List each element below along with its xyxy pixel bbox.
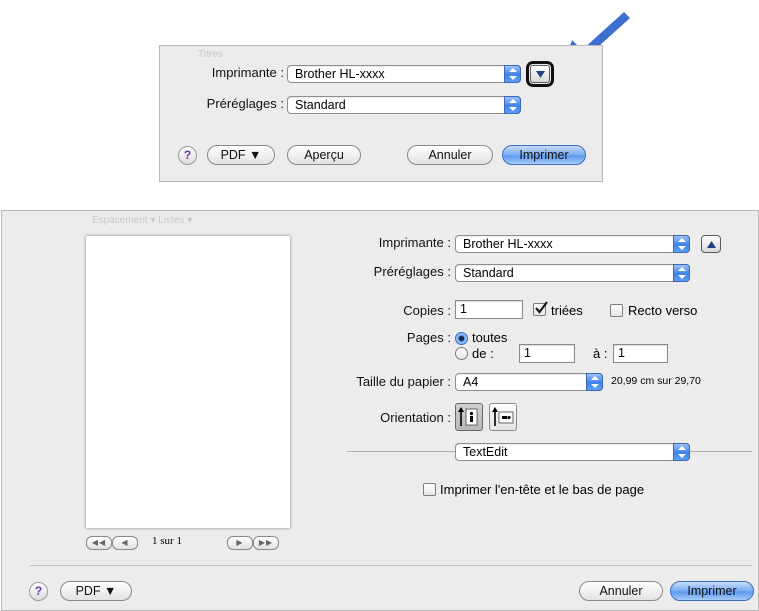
copies-field[interactable]: 1 — [455, 300, 523, 319]
paper-size-dims: 20,99 cm sur 29,70 — [611, 375, 701, 387]
print-dialog-collapsed: Titres Imprimante : Brother HL-xxxx Prér… — [159, 45, 603, 182]
pages-to-field[interactable]: 1 — [613, 344, 668, 363]
section-popup[interactable]: TextEdit — [455, 443, 690, 461]
pages-from-label: de : — [472, 346, 494, 361]
duplex-label: Recto verso — [628, 303, 698, 318]
paper-size-popup[interactable]: A4 — [455, 373, 603, 391]
copies-label: Copies : — [403, 303, 451, 318]
printer-popup[interactable]: Brother HL-xxxx — [455, 235, 690, 253]
printer-label: Imprimante : — [211, 65, 284, 80]
preview-button[interactable]: Aperçu — [287, 145, 361, 165]
popup-stepper-icon — [586, 373, 603, 391]
pdf-button[interactable]: PDF ▼ — [60, 581, 132, 601]
paper-size-label: Taille du papier : — [356, 374, 451, 389]
pdf-button[interactable]: PDF ▼ — [207, 145, 275, 165]
landscape-orientation-icon[interactable] — [489, 403, 517, 431]
presets-value: Standard — [295, 98, 346, 112]
next-page-button[interactable]: ▶ — [227, 536, 253, 550]
printer-value: Brother HL-xxxx — [295, 67, 385, 81]
pages-label: Pages : — [406, 330, 451, 345]
ghost-toolbar: Titres — [198, 49, 223, 60]
print-dialog-expanded: Espacement ▾ Listes ▾ ◀◀ ◀ 1 sur 1 ▶ ▶▶ … — [1, 210, 759, 611]
portrait-orientation-icon[interactable] — [455, 403, 483, 431]
header-footer-checkbox[interactable] — [423, 483, 436, 496]
page-counter: 1 sur 1 — [152, 535, 182, 547]
pages-all-label: toutes — [472, 330, 508, 345]
disclosure-up-icon[interactable] — [701, 235, 721, 253]
first-page-button[interactable]: ◀◀ — [86, 536, 112, 550]
pages-range-radio[interactable] — [455, 347, 468, 360]
pages-all-radio[interactable] — [455, 332, 468, 345]
bottom-divider — [30, 565, 752, 566]
popup-stepper-icon — [673, 264, 690, 282]
collated-label: triées — [551, 303, 583, 318]
presets-popup[interactable]: Standard — [455, 264, 690, 282]
popup-stepper-icon — [504, 96, 521, 114]
cancel-button[interactable]: Annuler — [579, 581, 663, 601]
print-button[interactable]: Imprimer — [670, 581, 754, 601]
last-page-button[interactable]: ▶▶ — [253, 536, 279, 550]
printer-label: Imprimante : — [378, 235, 451, 250]
paper-size-value: A4 — [463, 375, 479, 389]
print-button[interactable]: Imprimer — [502, 145, 586, 165]
popup-stepper-icon — [504, 65, 521, 83]
disclosure-down-icon[interactable] — [526, 61, 554, 87]
section-value: TextEdit — [463, 445, 508, 459]
pages-to-label: à : — [593, 346, 608, 361]
presets-label: Préréglages : — [373, 264, 451, 279]
ghost-toolbar: Espacement ▾ Listes ▾ — [92, 215, 193, 226]
presets-popup[interactable]: Standard — [287, 96, 521, 114]
help-button[interactable]: ? — [178, 146, 197, 165]
prev-page-button[interactable]: ◀ — [112, 536, 138, 550]
help-button[interactable]: ? — [29, 582, 48, 601]
presets-label: Préréglages : — [206, 96, 284, 111]
popup-stepper-icon — [673, 235, 690, 253]
popup-stepper-icon — [673, 443, 690, 461]
pages-from-field[interactable]: 1 — [519, 344, 575, 363]
printer-value: Brother HL-xxxx — [463, 237, 553, 251]
collated-checkbox[interactable] — [533, 301, 548, 316]
page-preview — [86, 236, 290, 528]
header-footer-label: Imprimer l'en-tête et le bas de page — [440, 482, 645, 497]
cancel-button[interactable]: Annuler — [407, 145, 493, 165]
duplex-checkbox[interactable] — [610, 304, 623, 317]
orientation-label: Orientation : — [380, 410, 451, 425]
printer-popup[interactable]: Brother HL-xxxx — [287, 65, 521, 83]
presets-value: Standard — [463, 266, 514, 280]
